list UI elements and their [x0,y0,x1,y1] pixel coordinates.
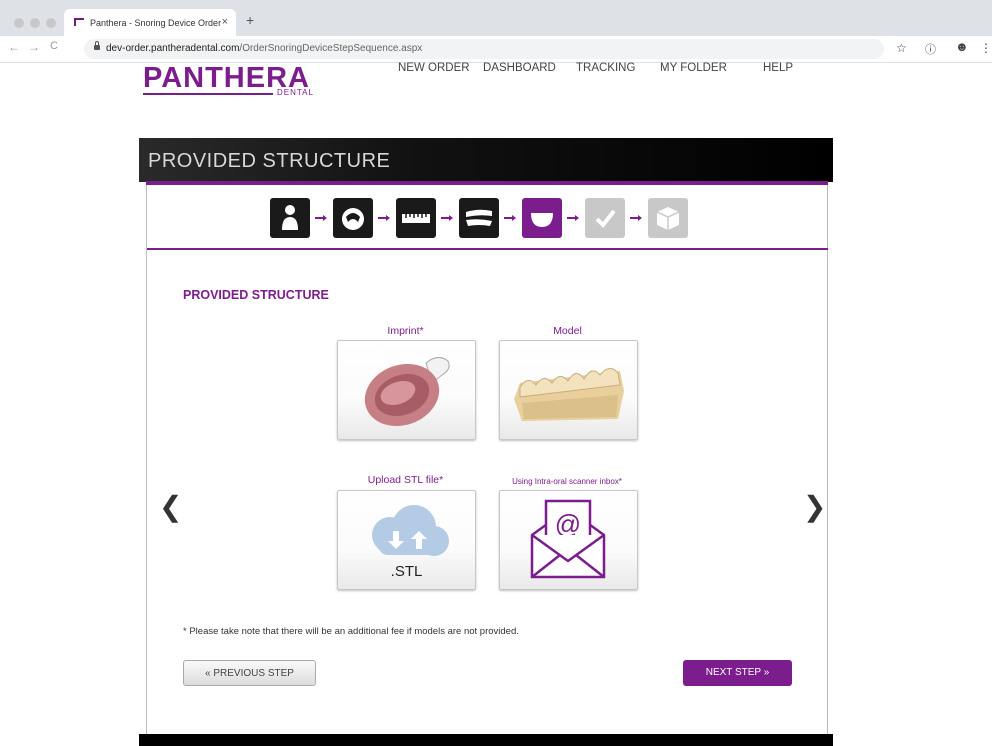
address-row: ← → C dev-order.pantheradental.com/Order… [0,36,992,63]
jaw-icon [466,209,492,226]
previous-step-button[interactable]: « PREVIOUS STEP [183,660,316,686]
step-teeth[interactable] [333,198,373,238]
menu-help[interactable]: HELP [763,62,793,74]
step-arrow [441,215,453,221]
step-jaw[interactable] [459,198,499,238]
imprint-tray-icon [364,357,450,427]
menu-tracking[interactable]: TRACKING [576,62,635,74]
option-label-model: Model [553,325,582,337]
patient-icon [282,205,298,230]
dental-model-icon [514,368,624,421]
panel-header: PROVIDED STRUCTURE [139,138,833,182]
option-label-intraoral: Using Intra-oral scanner inbox* [512,477,622,486]
account-icon[interactable]: ☻ [955,39,969,54]
panel-footer-bar [139,734,833,746]
bookmark-star-icon[interactable]: ☆ [896,41,907,55]
forward-icon[interactable]: → [28,40,40,54]
logo-subtext: DENTAL [277,88,314,97]
option-label-imprint: Imprint* [387,325,424,337]
option-upload-stl[interactable]: .STL [337,490,476,590]
steps-divider [147,248,828,250]
fee-note: * Please take note that there will be an… [183,626,519,637]
browser-menu-icon[interactable]: ⋮ [980,41,992,55]
step-mouthguard[interactable] [522,198,562,238]
step-check[interactable] [585,198,625,238]
box-icon [656,207,680,230]
step-progress [267,198,707,240]
url-path: /OrderSnoringDeviceStepSequence.aspx [239,43,423,54]
window-controls[interactable] [14,15,62,33]
order-panel: PROVIDED STRUCTURE PROVIDED STRUCTURE Im… [139,138,833,746]
new-tab-icon[interactable]: + [246,12,254,28]
teeth-icon [342,208,364,230]
logo-underline [143,93,273,95]
back-icon[interactable]: ← [8,40,20,54]
carousel-prev-arrow-icon[interactable]: ❮ [159,490,182,523]
browser-tab-bar: Panthera - Snoring Device Order × + [0,0,992,36]
next-step-button[interactable]: NEXT STEP » [683,660,792,686]
menu-my-folder[interactable]: MY FOLDER [660,62,727,74]
carousel-next-arrow-icon[interactable]: ❯ [803,490,826,523]
panel-title: PROVIDED STRUCTURE [148,150,391,172]
browser-tab[interactable]: Panthera - Snoring Device Order × [64,9,236,36]
reload-icon[interactable]: C [50,40,58,52]
svg-text:@: @ [555,509,581,539]
tab-title: Panthera - Snoring Device Order [90,18,222,28]
address-bar[interactable]: dev-order.pantheradental.com/OrderSnorin… [84,39,884,59]
extension-info-icon[interactable]: ⓘ [925,41,936,57]
url-host: dev-order.pantheradental.com [106,43,240,54]
option-model[interactable] [499,340,638,440]
option-intraoral-scanner[interactable]: @ [499,490,638,590]
menu-new-order[interactable]: NEW ORDER [398,62,470,74]
menu-dashboard[interactable]: DASHBOARD [483,62,556,74]
step-arrow [504,215,516,221]
check-icon [595,209,616,229]
step-arrow [567,215,579,221]
stl-card-text: .STL [390,563,423,580]
email-envelope-icon: @ [530,499,606,579]
ruler-icon [402,214,430,223]
tab-close-icon[interactable]: × [222,16,228,28]
step-arrow [378,215,390,221]
lock-icon [94,41,100,50]
section-title: PROVIDED STRUCTURE [183,288,329,302]
option-imprint[interactable] [337,340,476,440]
step-ruler[interactable] [396,198,436,238]
step-arrow [630,215,642,221]
panel-body: PROVIDED STRUCTURE Imprint* Model Upload… [146,185,828,746]
step-box[interactable] [648,198,688,238]
option-label-stl: Upload STL file* [367,474,444,486]
mouthguard-icon [531,213,553,227]
step-patient[interactable] [270,198,310,238]
step-arrow [315,215,327,221]
panthera-logo[interactable]: PANTHERA DENTAL [143,64,333,98]
panthera-favicon-icon [74,18,84,26]
